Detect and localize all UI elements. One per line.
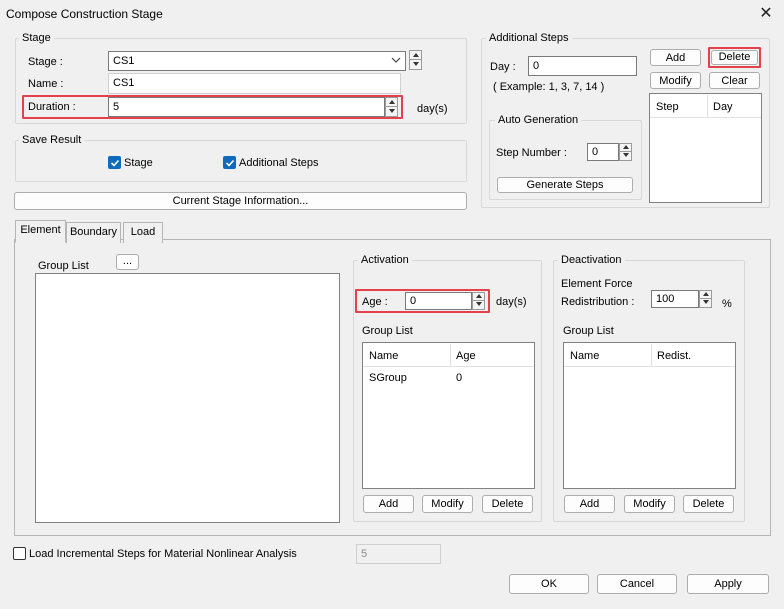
close-icon[interactable]: ✕ <box>754 3 778 25</box>
activation-add-button[interactable]: Add <box>363 495 414 513</box>
step-number-input[interactable]: 0 <box>587 143 619 161</box>
stage-spinner[interactable] <box>409 50 422 70</box>
arrow-down-icon <box>389 109 395 113</box>
redistribution-label: Redistribution : <box>561 296 635 308</box>
ok-button[interactable]: OK <box>509 574 589 594</box>
list-item-name: SGroup <box>369 372 407 384</box>
duration-label: Duration : <box>28 101 76 113</box>
stage-group-label: Stage <box>19 32 54 44</box>
steps-list[interactable]: Step Day <box>649 93 762 203</box>
deactivation-list[interactable]: Name Redist. <box>563 342 736 489</box>
checkmark-icon <box>225 159 235 167</box>
deactivation-col-redist[interactable]: Redist. <box>657 350 691 362</box>
arrow-up-icon <box>703 292 709 296</box>
stage-combo-value: CS1 <box>113 55 135 67</box>
activation-modify-button[interactable]: Modify <box>422 495 473 513</box>
name-input[interactable]: CS1 <box>108 73 401 94</box>
auto-generation-label: Auto Generation <box>495 114 582 126</box>
column-separator <box>651 344 652 366</box>
arrow-up-icon <box>476 294 482 298</box>
window-title: Compose Construction Stage <box>6 7 163 21</box>
stage-checkbox[interactable] <box>108 156 121 169</box>
list-item[interactable]: SGroup 0 <box>363 369 534 387</box>
stage-combo[interactable]: CS1 <box>108 51 406 71</box>
element-group-list[interactable] <box>35 273 340 523</box>
deactivation-modify-button[interactable]: Modify <box>624 495 675 513</box>
deactivation-delete-button[interactable]: Delete <box>683 495 734 513</box>
browse-button[interactable]: ... <box>116 254 139 270</box>
steps-col-step[interactable]: Step <box>656 101 679 113</box>
age-unit: day(s) <box>496 296 527 308</box>
additional-add-button[interactable]: Add <box>650 49 701 66</box>
element-group-list-label: Group List <box>38 260 89 272</box>
chevron-down-icon <box>391 57 401 63</box>
deactivation-col-name[interactable]: Name <box>570 350 599 362</box>
deactivation-label: Deactivation <box>558 254 625 266</box>
tab-load[interactable]: Load <box>123 222 163 243</box>
load-incremental-label: Load Incremental Steps for Material Nonl… <box>29 548 297 560</box>
name-label: Name : <box>28 78 64 90</box>
duration-spinner[interactable] <box>385 97 398 117</box>
redistribution-percent: % <box>722 298 732 310</box>
activation-group-list-label: Group List <box>362 325 413 337</box>
additional-steps-checkbox[interactable] <box>223 156 236 169</box>
arrow-up-icon <box>389 100 395 104</box>
day-label: Day : <box>490 61 516 73</box>
arrow-down-icon <box>703 300 709 304</box>
redistribution-spinner[interactable] <box>699 290 712 308</box>
deactivation-add-button[interactable]: Add <box>564 495 615 513</box>
additional-steps-checkbox-label: Additional Steps <box>239 157 319 169</box>
arrow-down-icon <box>413 62 419 66</box>
arrow-down-icon <box>476 302 482 306</box>
column-separator <box>450 344 451 366</box>
checkmark-icon <box>110 159 120 167</box>
arrow-up-icon <box>623 145 629 149</box>
additional-delete-button[interactable]: Delete <box>711 50 758 65</box>
duration-unit: day(s) <box>417 103 448 115</box>
steps-col-day[interactable]: Day <box>713 101 733 113</box>
arrow-up-icon <box>413 53 419 57</box>
age-label: Age : <box>362 296 388 308</box>
step-number-label: Step Number : <box>496 147 567 159</box>
cancel-button[interactable]: Cancel <box>597 574 677 594</box>
duration-input[interactable]: 5 <box>108 97 385 117</box>
additional-clear-button[interactable]: Clear <box>709 72 760 89</box>
activation-col-age[interactable]: Age <box>456 350 476 362</box>
arrow-down-icon <box>623 153 629 157</box>
tab-element[interactable]: Element <box>15 220 66 243</box>
apply-button[interactable]: Apply <box>687 574 769 594</box>
day-example: ( Example: 1, 3, 7, 14 ) <box>493 81 605 93</box>
age-spinner[interactable] <box>472 292 485 310</box>
additional-modify-button[interactable]: Modify <box>650 72 701 89</box>
tab-boundary[interactable]: Boundary <box>66 222 121 243</box>
activation-list[interactable]: Name Age SGroup 0 <box>362 342 535 489</box>
load-incremental-checkbox[interactable] <box>13 547 26 560</box>
day-input[interactable]: 0 <box>528 56 637 76</box>
stage-label: Stage : <box>28 56 63 68</box>
activation-label: Activation <box>358 254 412 266</box>
stage-checkbox-label: Stage <box>124 157 153 169</box>
activation-col-name[interactable]: Name <box>369 350 398 362</box>
list-item-age: 0 <box>456 372 463 384</box>
load-incremental-input[interactable]: 5 <box>356 544 441 564</box>
activation-delete-button[interactable]: Delete <box>482 495 533 513</box>
column-separator <box>707 95 708 117</box>
age-input[interactable]: 0 <box>405 292 472 310</box>
save-result-label: Save Result <box>19 134 85 146</box>
deactivation-group-list-label: Group List <box>563 325 614 337</box>
step-number-spinner[interactable] <box>619 143 632 161</box>
generate-steps-button[interactable]: Generate Steps <box>497 177 633 193</box>
current-stage-info-button[interactable]: Current Stage Information... <box>14 192 467 210</box>
redistribution-input[interactable]: 100 <box>651 290 699 308</box>
element-force-label: Element Force <box>561 278 633 290</box>
additional-steps-label: Additional Steps <box>486 32 572 44</box>
